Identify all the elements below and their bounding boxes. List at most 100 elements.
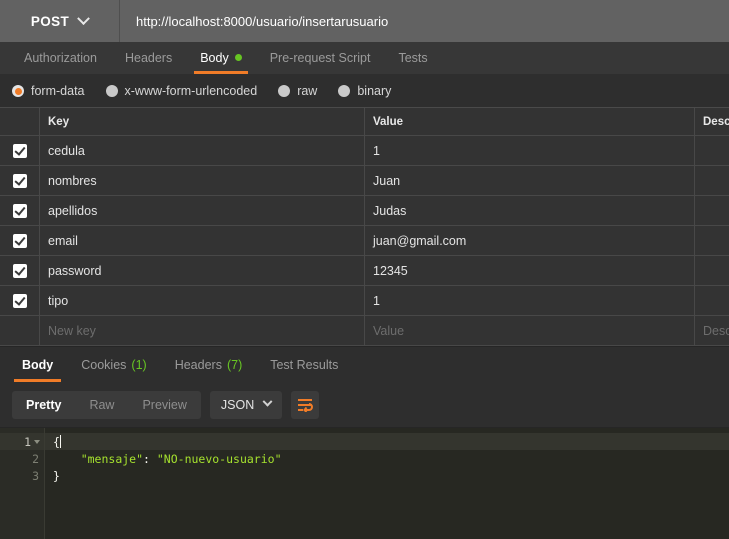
row-value-cell[interactable]: 12345 (365, 256, 695, 285)
radio-form-data[interactable]: form-data (12, 84, 97, 98)
row-key-cell[interactable]: nombres (40, 166, 365, 195)
row-key-text: apellidos (48, 203, 98, 218)
tab-authorization[interactable]: Authorization (10, 41, 111, 74)
response-code-editor[interactable]: 1 2 3 { "mensaje": "NO-nuevo-usuario" } (0, 428, 729, 509)
row-key-cell[interactable]: password (40, 256, 365, 285)
view-mode-preview[interactable]: Preview (128, 391, 200, 419)
radio-raw[interactable]: raw (278, 84, 329, 98)
row-checkbox-cell[interactable] (0, 136, 40, 165)
response-tab-body[interactable]: Body (8, 347, 67, 382)
checkbox-icon[interactable] (12, 203, 27, 218)
code-token: } (53, 468, 60, 483)
header-key-cell: Key (40, 108, 365, 135)
tab-tests[interactable]: Tests (384, 41, 441, 74)
tab-pre-request-script[interactable]: Pre-request Script (256, 41, 385, 74)
row-checkbox-cell[interactable] (0, 196, 40, 225)
radio-x-www-form-urlencoded-label: x-www-form-urlencoded (124, 84, 258, 98)
row-description-cell[interactable] (695, 166, 729, 195)
table-row[interactable]: password 12345 (0, 256, 729, 286)
row-key-cell[interactable]: tipo (40, 286, 365, 315)
table-row[interactable]: apellidos Judas (0, 196, 729, 226)
code-token-value: "NO-nuevo-usuario" (156, 451, 282, 466)
gutter-line-2: 2 (0, 450, 44, 467)
new-key-input[interactable]: New key (40, 316, 365, 345)
response-tab-headers-label: Headers (174, 357, 222, 372)
body-active-dot-icon (234, 54, 242, 61)
checkbox-icon[interactable] (12, 173, 27, 188)
tab-headers[interactable]: Headers (111, 41, 186, 74)
gutter-line-3: 3 (0, 467, 44, 484)
editor-footer-gutter (0, 509, 45, 539)
format-label: JSON (220, 397, 255, 412)
radio-binary[interactable]: binary (338, 84, 403, 98)
code-token-colon: : (143, 451, 157, 466)
editor-footer (0, 509, 729, 539)
code-token: { (53, 434, 60, 449)
new-description-input[interactable]: Desc (695, 316, 729, 345)
format-selector[interactable]: JSON (209, 390, 283, 419)
row-checkbox-cell[interactable] (0, 226, 40, 255)
row-value-cell[interactable]: 1 (365, 286, 695, 315)
row-description-cell[interactable] (695, 136, 729, 165)
row-key-cell[interactable]: apellidos (40, 196, 365, 225)
table-row[interactable]: cedula 1 (0, 136, 729, 166)
radio-x-www-form-urlencoded-icon (105, 85, 118, 97)
checkbox-icon[interactable] (12, 293, 27, 308)
row-value-cell[interactable]: 1 (365, 136, 695, 165)
chevron-down-icon (77, 11, 91, 25)
response-tab-headers[interactable]: Headers (7) (161, 347, 257, 382)
new-row-checkbox-cell (0, 316, 40, 345)
row-description-cell[interactable] (695, 286, 729, 315)
table-row[interactable]: tipo 1 (0, 286, 729, 316)
row-value-text: juan@gmail.com (373, 233, 467, 248)
row-value-cell[interactable]: juan@gmail.com (365, 226, 695, 255)
radio-binary-label: binary (357, 84, 392, 98)
editor-footer-body (45, 509, 729, 539)
response-tab-cookies[interactable]: Cookies (1) (67, 347, 160, 382)
row-value-cell[interactable]: Juan (365, 166, 695, 195)
response-tab-cookies-label: Cookies (81, 357, 127, 372)
row-key-text: tipo (48, 293, 69, 308)
tab-body[interactable]: Body (186, 41, 256, 74)
table-row[interactable]: email juan@gmail.com (0, 226, 729, 256)
row-description-cell[interactable] (695, 226, 729, 255)
fold-arrow-icon[interactable] (34, 439, 40, 444)
row-key-cell[interactable]: cedula (40, 136, 365, 165)
row-checkbox-cell[interactable] (0, 166, 40, 195)
response-tab-headers-count: (7) (226, 357, 243, 372)
editor-gutter: 1 2 3 (0, 428, 45, 509)
response-tab-cookies-count: (1) (131, 357, 147, 372)
tab-authorization-label: Authorization (24, 50, 97, 65)
row-value-cell[interactable]: Judas (365, 196, 695, 225)
http-method-label: POST (30, 13, 70, 29)
radio-x-www-form-urlencoded[interactable]: x-www-form-urlencoded (105, 84, 270, 98)
table-new-row[interactable]: New key Value Desc (0, 316, 729, 346)
row-checkbox-cell[interactable] (0, 286, 40, 315)
row-value-text: 12345 (373, 263, 408, 278)
body-type-radio-group: form-data x-www-form-urlencoded raw bina… (0, 75, 729, 107)
row-description-cell[interactable] (695, 256, 729, 285)
word-wrap-icon (298, 398, 314, 412)
row-key-text: nombres (48, 173, 97, 188)
chevron-down-icon (262, 396, 273, 407)
new-value-input[interactable]: Value (365, 316, 695, 345)
header-checkbox-cell (0, 108, 40, 135)
editor-code-area[interactable]: { "mensaje": "NO-nuevo-usuario" } (45, 428, 729, 509)
response-tab-test-results[interactable]: Test Results (256, 347, 352, 382)
view-mode-pretty[interactable]: Pretty (12, 391, 75, 419)
code-line-1: { (45, 433, 729, 450)
response-tab-test-results-label: Test Results (270, 357, 339, 372)
table-row[interactable]: nombres Juan (0, 166, 729, 196)
gutter-line-1[interactable]: 1 (0, 433, 44, 450)
checkbox-icon[interactable] (12, 233, 27, 248)
row-checkbox-cell[interactable] (0, 256, 40, 285)
row-key-cell[interactable]: email (40, 226, 365, 255)
http-method-selector[interactable]: POST (0, 0, 120, 42)
url-input[interactable]: http://localhost:8000/usuario/insertarus… (120, 0, 729, 42)
checkbox-icon[interactable] (12, 143, 27, 158)
view-mode-raw[interactable]: Raw (75, 391, 128, 419)
word-wrap-button[interactable] (291, 390, 320, 419)
row-description-cell[interactable] (695, 196, 729, 225)
radio-form-data-icon (12, 85, 24, 97)
checkbox-icon[interactable] (12, 263, 27, 278)
